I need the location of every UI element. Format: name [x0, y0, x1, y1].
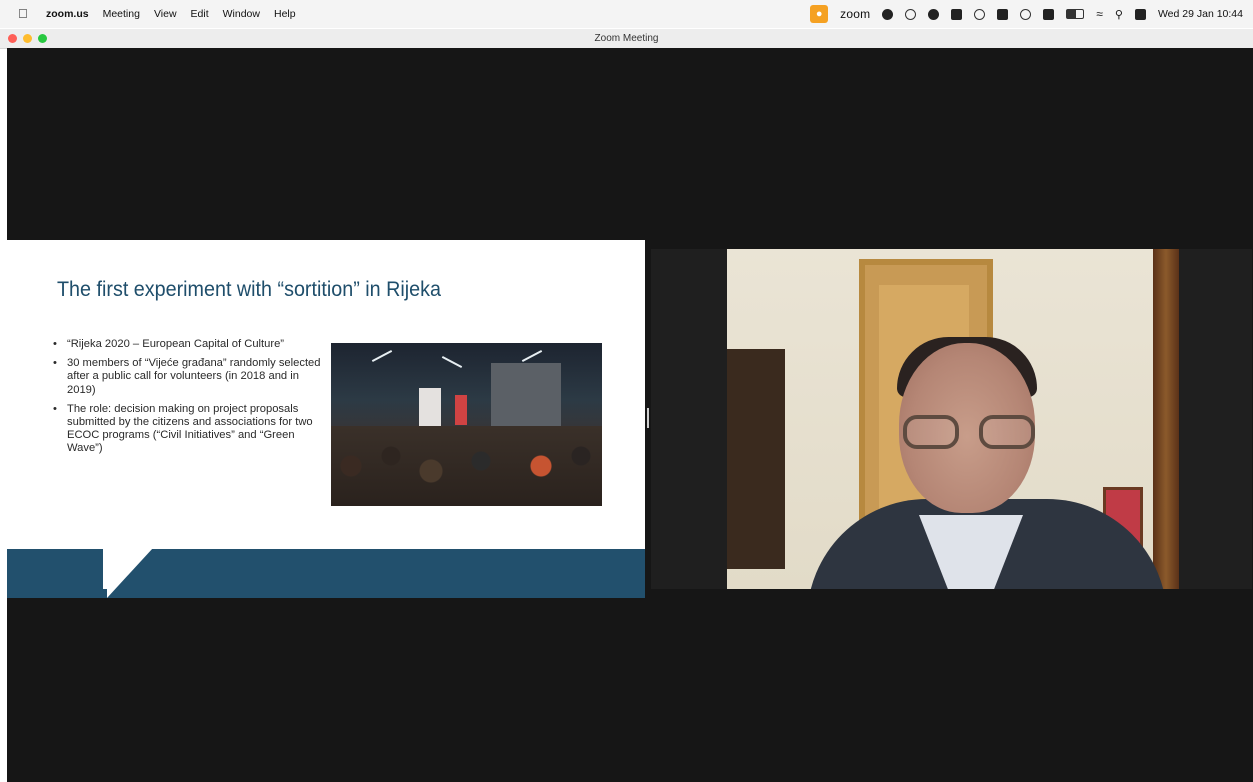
phone-icon[interactable]	[951, 8, 963, 20]
slide-bullet: The role: decision making on project pro…	[53, 403, 325, 456]
split-view-resize-handle[interactable]	[647, 408, 649, 428]
compass-icon[interactable]	[928, 8, 940, 20]
slide-bullet: “Rijeka 2020 – European Capital of Cultu…	[53, 338, 325, 351]
app-menu: zoom.us Meeting View Edit Window Help	[46, 8, 296, 20]
grid-icon[interactable]	[997, 8, 1009, 20]
location-icon[interactable]	[905, 8, 917, 20]
window-titlebar: Zoom Meeting	[0, 29, 1253, 49]
status-area: ● zoom ≈ ⚲ Wed 29 Jan 10:44	[810, 0, 1243, 28]
menu-window[interactable]: Window	[223, 8, 260, 20]
event-audience-photo	[331, 343, 602, 506]
participant-video-tile[interactable]	[651, 249, 1252, 589]
keyboard-input-icon[interactable]	[1043, 8, 1055, 20]
slide-footer-notch-angle	[107, 548, 153, 598]
zoom-status-label[interactable]: zoom	[840, 7, 870, 21]
close-window-button[interactable]	[8, 34, 17, 43]
control-center-icon[interactable]	[1134, 8, 1146, 20]
slide-title: The first experiment with “sortition” in…	[57, 278, 441, 301]
menu-edit[interactable]: Edit	[191, 8, 209, 20]
menu-bar:  zoom.us Meeting View Edit Window Help …	[0, 0, 1253, 28]
extension-icon[interactable]	[882, 8, 894, 20]
password-icon[interactable]	[1020, 8, 1032, 20]
minimize-window-button[interactable]	[23, 34, 32, 43]
battery-icon[interactable]	[1066, 9, 1085, 19]
menu-view[interactable]: View	[154, 8, 177, 20]
fullscreen-window-button[interactable]	[38, 34, 47, 43]
participant-camera-feed	[727, 249, 1179, 589]
slide-bullet-list: “Rijeka 2020 – European Capital of Cultu…	[53, 338, 325, 462]
window-controls	[8, 34, 47, 43]
shared-screen-slide[interactable]: The first experiment with “sortition” in…	[7, 240, 645, 598]
search-icon[interactable]: ⚲	[1115, 8, 1123, 21]
slide-bullet: 30 members of “Vijeće građana” randomly …	[53, 357, 325, 397]
window-title: Zoom Meeting	[594, 33, 659, 44]
settings-icon[interactable]	[974, 8, 986, 20]
microphone-icon[interactable]: ●	[810, 5, 829, 23]
menu-app-name[interactable]: zoom.us	[46, 8, 89, 20]
apple-icon[interactable]: 	[18, 7, 30, 21]
menu-help[interactable]: Help	[274, 8, 296, 20]
wifi-icon[interactable]: ≈	[1096, 7, 1103, 21]
meeting-area: The first experiment with “sortition” in…	[7, 48, 1253, 782]
menu-meeting[interactable]: Meeting	[103, 8, 140, 20]
menubar-clock[interactable]: Wed 29 Jan 10:44	[1158, 8, 1243, 20]
